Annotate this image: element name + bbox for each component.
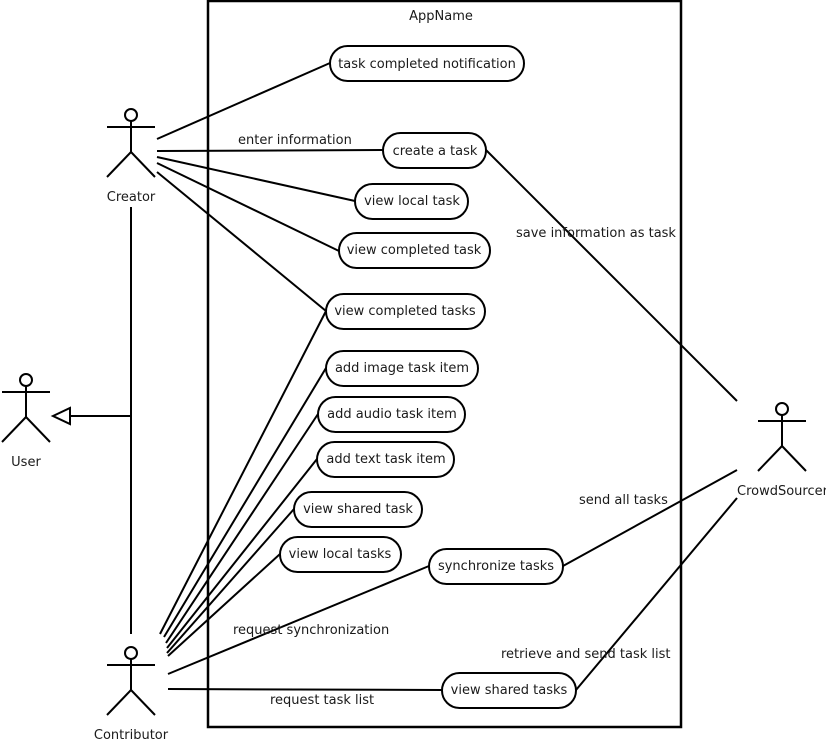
use-case-synchronize-tasks[interactable]: synchronize tasks: [428, 548, 564, 585]
use-case-view-shared-task[interactable]: view shared task: [293, 491, 423, 528]
association-label-request-synchronization: request synchronization: [233, 623, 389, 638]
association-label-request-task-list: request task list: [270, 693, 374, 708]
use-case-add-image-task-item[interactable]: add image task item: [325, 350, 479, 387]
creator-associations: [156, 62, 384, 312]
association-synchronize-tasks-crowdsourcer[interactable]: [562, 469, 738, 567]
use-case-label: create a task: [393, 144, 478, 159]
use-case-label: synchronize tasks: [438, 559, 554, 574]
use-case-label: view local tasks: [289, 547, 392, 562]
stick-figure-icon: [106, 108, 156, 178]
actor-label: CrowdSourcer: [737, 484, 826, 499]
use-case-view-completed-tasks[interactable]: view completed tasks: [325, 293, 486, 330]
association-label-enter-information: enter information: [238, 133, 352, 148]
association-label-retrieve-and-send-task-list: retrieve and send task list: [501, 647, 671, 662]
association-label-save-information-as-task: save information as task: [516, 226, 676, 241]
association-create-a-task-crowdsourcer[interactable]: [485, 149, 738, 402]
association-contributor-view-shared-tasks[interactable]: [167, 688, 443, 691]
association-label-send-all-tasks: send all tasks: [579, 493, 668, 508]
association-contributor-view-local-tasks[interactable]: [167, 553, 281, 657]
association-contributor-view-completed-tasks[interactable]: [159, 310, 327, 635]
use-case-task-completed-notification[interactable]: task completed notification: [329, 45, 525, 82]
use-case-label: view completed tasks: [334, 304, 476, 319]
use-case-label: add text task item: [326, 452, 445, 467]
system-name: AppName: [409, 9, 473, 24]
stick-figure-icon: [1, 373, 51, 443]
stick-figure-icon: [106, 646, 156, 716]
use-case-view-shared-tasks[interactable]: view shared tasks: [441, 672, 577, 709]
actor-contributor[interactable]: Contributor: [94, 646, 169, 743]
association-creator-view-completed-tasks[interactable]: [156, 171, 327, 312]
use-case-create-a-task[interactable]: create a task: [382, 132, 487, 169]
use-case-view-completed-task[interactable]: view completed task: [338, 232, 491, 269]
use-case-view-local-task[interactable]: view local task: [354, 183, 469, 220]
actor-user[interactable]: User: [1, 373, 51, 470]
use-case-label: view shared tasks: [451, 683, 568, 698]
actor-label: Creator: [107, 190, 156, 205]
use-case-diagram: AppName task completed notification crea…: [1, 0, 826, 743]
actor-crowdsourcer[interactable]: CrowdSourcer: [737, 402, 826, 499]
use-case-label: view completed task: [347, 243, 482, 258]
use-case-label: task completed notification: [338, 57, 516, 72]
stick-figure-icon: [757, 402, 807, 472]
association-creator-task-completed-notification[interactable]: [156, 62, 331, 140]
use-case-add-text-task-item[interactable]: add text task item: [316, 441, 455, 478]
use-case-label: view shared task: [303, 502, 413, 517]
generalization-user[interactable]: [50, 207, 132, 634]
actor-label: Contributor: [94, 728, 169, 743]
use-case-label: view local task: [364, 194, 460, 209]
use-case-add-audio-task-item[interactable]: add audio task item: [317, 396, 466, 433]
association-creator-view-local-task[interactable]: [156, 156, 356, 202]
association-creator-create-a-task[interactable]: [156, 149, 384, 152]
actor-label: User: [11, 455, 41, 470]
use-case-view-local-tasks[interactable]: view local tasks: [279, 536, 402, 573]
use-case-label: add image task item: [335, 361, 469, 376]
use-case-label: add audio task item: [327, 407, 457, 422]
association-contributor-add-audio-task-item[interactable]: [165, 413, 319, 644]
actor-creator[interactable]: Creator: [106, 108, 156, 205]
generalization-arrowhead-icon: [50, 406, 71, 426]
